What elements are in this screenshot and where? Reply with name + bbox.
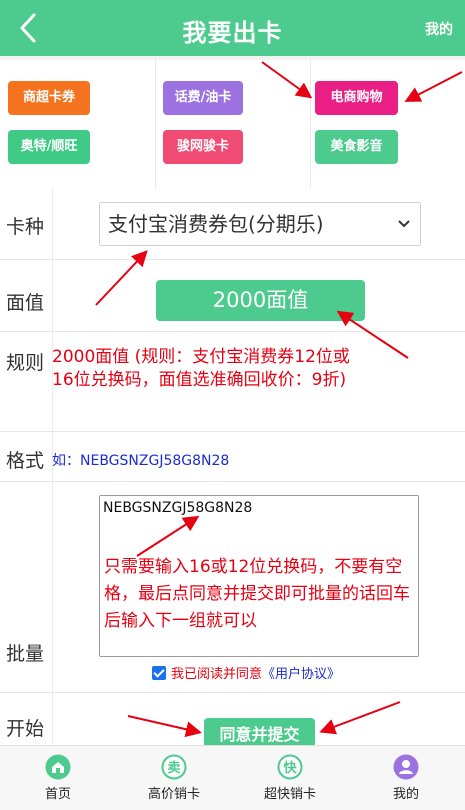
user-agreement-link[interactable]: 《用户协议》 bbox=[262, 667, 340, 682]
tab-home-label: 首页 bbox=[44, 787, 71, 802]
agree-checkbox[interactable] bbox=[152, 666, 166, 680]
batch-label: 批量 bbox=[6, 643, 45, 665]
batch-instruction-note: 只需要输入16或12位兑换码，不要有空格，最后点同意并提交即可批量的话回车后输入… bbox=[104, 557, 410, 631]
tab-high-price-sell[interactable]: 卖 高价销卡 bbox=[116, 746, 232, 810]
rule-row: 规则 2000面值 (规则：支付宝消费券12位或16位兑换码，面值选准确回收价：… bbox=[0, 332, 465, 432]
category-ecommerce-button[interactable]: 电商购物 bbox=[315, 81, 398, 115]
batch-row: 批量 NEBGSNZGJ58G8N28 只需要输入16或12位兑换码，不要有空格… bbox=[0, 482, 465, 693]
start-row: 开始 同意并提交 bbox=[0, 693, 465, 753]
category-supermarket-button[interactable]: 商超卡券 bbox=[8, 81, 90, 115]
rule-label: 规则 bbox=[6, 352, 45, 374]
category-junwang-button[interactable]: 骏网骏卡 bbox=[163, 130, 243, 164]
chevron-down-icon bbox=[398, 220, 410, 228]
svg-text:快: 快 bbox=[283, 760, 297, 776]
format-example: 如：NEBGSNZGJ58G8N28 bbox=[52, 453, 230, 469]
bottom-tab-bar: 首页 卖 高价销卡 快 超快销卡 我的 bbox=[0, 745, 465, 810]
tab-home[interactable]: 首页 bbox=[0, 746, 116, 810]
tab-high-price-sell-label: 高价销卡 bbox=[147, 787, 200, 802]
row-divider bbox=[52, 482, 53, 692]
category-phone-fuel-button[interactable]: 话费/油卡 bbox=[163, 81, 243, 115]
card-type-selected-value: 支付宝消费券包(分期乐) bbox=[108, 212, 324, 236]
row-divider bbox=[52, 188, 53, 259]
svg-text:卖: 卖 bbox=[167, 760, 180, 776]
fast-icon: 快 bbox=[277, 754, 303, 780]
user-icon bbox=[393, 754, 419, 780]
mine-link[interactable]: 我的 bbox=[425, 19, 453, 39]
rule-text: 2000面值 (规则：支付宝消费券12位或16位兑换码，面值选准确回收价：9折) bbox=[52, 347, 350, 390]
sell-card-form: 卡种 支付宝消费券包(分期乐) 面值 2000面值 规则 2000面值 (规则：… bbox=[0, 188, 465, 753]
category-aote-shunwang-button[interactable]: 奥特/顺旺 bbox=[8, 130, 90, 164]
card-type-select[interactable]: 支付宝消费券包(分期乐) bbox=[99, 202, 421, 246]
face-value-row: 面值 2000面值 bbox=[0, 260, 465, 332]
home-icon bbox=[45, 754, 71, 780]
card-type-label: 卡种 bbox=[6, 216, 45, 238]
column-divider bbox=[155, 60, 156, 188]
format-label: 格式 bbox=[6, 450, 45, 472]
tab-mine[interactable]: 我的 bbox=[348, 746, 464, 810]
column-divider bbox=[310, 60, 311, 188]
agreement-line: 我已阅读并同意《用户协议》 bbox=[152, 663, 340, 682]
sell-icon: 卖 bbox=[161, 754, 187, 780]
batch-textarea[interactable]: NEBGSNZGJ58G8N28 只需要输入16或12位兑换码，不要有空格，最后… bbox=[99, 495, 419, 657]
tab-fast-sell-label: 超快销卡 bbox=[263, 787, 316, 802]
card-type-row: 卡种 支付宝消费券包(分期乐) bbox=[0, 188, 465, 260]
tab-mine-label: 我的 bbox=[392, 787, 419, 802]
category-food-media-button[interactable]: 美食影音 bbox=[315, 130, 398, 164]
format-row: 格式 如：NEBGSNZGJ58G8N28 bbox=[0, 432, 465, 482]
row-divider bbox=[52, 260, 53, 331]
face-value-label: 面值 bbox=[6, 292, 45, 314]
tab-fast-sell[interactable]: 快 超快销卡 bbox=[232, 746, 348, 810]
face-value-button[interactable]: 2000面值 bbox=[156, 280, 365, 321]
batch-input-value: NEBGSNZGJ58G8N28 bbox=[103, 500, 253, 516]
row-divider bbox=[52, 693, 53, 753]
start-label: 开始 bbox=[6, 718, 45, 740]
top-bar: 我要出卡 我的 bbox=[0, 0, 465, 56]
category-panel: 商超卡券 话费/油卡 电商购物 奥特/顺旺 骏网骏卡 美食影音 bbox=[0, 60, 465, 188]
agree-text: 我已阅读并同意 bbox=[171, 667, 263, 682]
page-title: 我要出卡 bbox=[182, 19, 283, 47]
